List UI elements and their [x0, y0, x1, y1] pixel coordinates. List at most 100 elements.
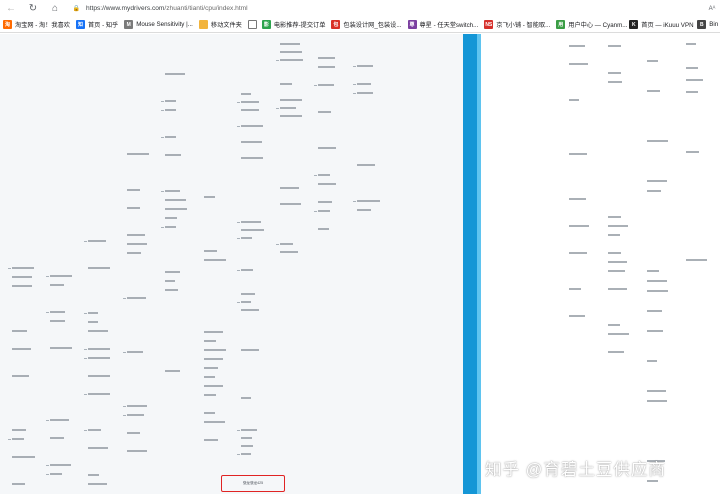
cpu-node[interactable]: [318, 56, 335, 59]
cpu-node[interactable]: [318, 110, 331, 113]
cpu-node[interactable]: [569, 62, 588, 65]
cpu-node[interactable]: [127, 206, 140, 209]
cpu-node[interactable]: [204, 258, 226, 261]
cpu-node[interactable]: [127, 251, 141, 254]
cpu-node[interactable]: [318, 146, 336, 149]
url-field[interactable]: 🔒 https://www.mydrivers.com/zhuanti/tian…: [72, 1, 700, 16]
cpu-node[interactable]: [241, 228, 264, 231]
cpu-node[interactable]: [647, 269, 659, 272]
cpu-node[interactable]: [50, 436, 64, 439]
cpu-node[interactable]: [318, 209, 330, 212]
cpu-node[interactable]: [204, 195, 215, 198]
cpu-node[interactable]: [569, 197, 586, 200]
cpu-node[interactable]: [204, 438, 218, 441]
cpu-node[interactable]: [569, 44, 585, 47]
cpu-node[interactable]: [686, 90, 698, 93]
cpu-node[interactable]: [241, 156, 263, 159]
cpu-node[interactable]: [165, 369, 180, 372]
cpu-node[interactable]: [647, 359, 657, 362]
cpu-node[interactable]: [12, 374, 29, 377]
bookmark-1[interactable]: 知首页 - 知乎: [73, 18, 121, 32]
cpu-node[interactable]: [608, 323, 620, 326]
cpu-node[interactable]: [88, 482, 107, 485]
cpu-node[interactable]: [686, 66, 698, 69]
bookmark-8[interactable]: NS 京飞小铺 - 智能取...: [481, 18, 553, 32]
cpu-node[interactable]: [647, 279, 667, 282]
cpu-node[interactable]: [127, 233, 145, 236]
cpu-node[interactable]: [127, 152, 149, 155]
cpu-node[interactable]: [280, 58, 303, 61]
cpu-node[interactable]: [127, 413, 144, 416]
cpu-node[interactable]: [357, 64, 373, 67]
cpu-node[interactable]: [88, 473, 99, 476]
cpu-node[interactable]: [357, 163, 375, 166]
cpu-node[interactable]: [165, 135, 176, 138]
cpu-node[interactable]: [280, 98, 302, 101]
bookmark-4[interactable]: [245, 18, 259, 32]
cpu-node[interactable]: [357, 199, 380, 202]
bookmark-2[interactable]: M Mouse Sensitivity |...: [121, 18, 196, 32]
cpu-node[interactable]: [50, 472, 62, 475]
cpu-node[interactable]: [686, 258, 707, 261]
cpu-node[interactable]: [318, 227, 329, 230]
cpu-node[interactable]: [88, 392, 110, 395]
cpu-node[interactable]: [280, 106, 296, 109]
cpu-node[interactable]: [608, 71, 621, 74]
cpu-node[interactable]: [88, 347, 110, 350]
cpu-node[interactable]: [608, 44, 621, 47]
cpu-node[interactable]: [647, 309, 662, 312]
cpu-node[interactable]: [12, 428, 26, 431]
cpu-node[interactable]: [241, 396, 251, 399]
cpu-node[interactable]: [12, 482, 25, 485]
cpu-node[interactable]: [165, 225, 176, 228]
cpu-node[interactable]: [608, 260, 627, 263]
cpu-node[interactable]: [647, 289, 668, 292]
cpu-node[interactable]: [50, 463, 71, 466]
cpu-node[interactable]: [280, 42, 300, 45]
cpu-node[interactable]: [50, 310, 65, 313]
cpu-node[interactable]: [12, 275, 32, 278]
cpu-node[interactable]: [241, 124, 263, 127]
cpu-node[interactable]: [204, 384, 223, 387]
cpu-node[interactable]: [569, 287, 581, 290]
cpu-node[interactable]: [318, 173, 330, 176]
cpu-node[interactable]: [241, 100, 259, 103]
cpu-node[interactable]: [165, 108, 176, 111]
cpu-node[interactable]: [241, 140, 262, 143]
cpu-node[interactable]: [127, 350, 143, 353]
cpu-node[interactable]: [280, 250, 298, 253]
cpu-node[interactable]: [357, 91, 373, 94]
cpu-node[interactable]: [88, 356, 110, 359]
cpu-node[interactable]: [357, 208, 371, 211]
cpu-node[interactable]: [50, 346, 72, 349]
cpu-node[interactable]: [569, 98, 579, 101]
cpu-node[interactable]: [608, 80, 622, 83]
cpu-node[interactable]: [280, 186, 299, 189]
cpu-node[interactable]: [165, 288, 178, 291]
cpu-node[interactable]: [165, 72, 185, 75]
cpu-node[interactable]: [318, 200, 332, 203]
cpu-node[interactable]: [608, 350, 624, 353]
cpu-node[interactable]: [608, 224, 628, 227]
bookmark-0[interactable]: 淘淘宝网 - 淘！我喜欢: [0, 18, 73, 32]
cpu-node[interactable]: [357, 82, 371, 85]
cpu-node[interactable]: [318, 182, 336, 185]
cpu-node[interactable]: [165, 153, 181, 156]
cpu-node[interactable]: [88, 428, 101, 431]
bookmark-11[interactable]: B Bin: [694, 18, 720, 32]
cpu-node[interactable]: [608, 287, 627, 290]
cpu-node[interactable]: [50, 319, 65, 322]
cpu-node[interactable]: [241, 236, 252, 239]
cpu-node[interactable]: [608, 233, 620, 236]
cpu-node[interactable]: [127, 431, 140, 434]
cpu-node[interactable]: [647, 399, 667, 402]
cpu-node[interactable]: [12, 284, 32, 287]
cpu-node[interactable]: [241, 308, 259, 311]
cpu-node[interactable]: [241, 428, 257, 431]
cpu-node[interactable]: [686, 42, 696, 45]
cpu-node[interactable]: [88, 374, 110, 377]
cpu-node[interactable]: [608, 332, 629, 335]
cpu-node[interactable]: [569, 152, 587, 155]
cpu-node[interactable]: [204, 357, 223, 360]
bookmark-5[interactable]: 影电影推荐-提交订单: [259, 18, 329, 32]
